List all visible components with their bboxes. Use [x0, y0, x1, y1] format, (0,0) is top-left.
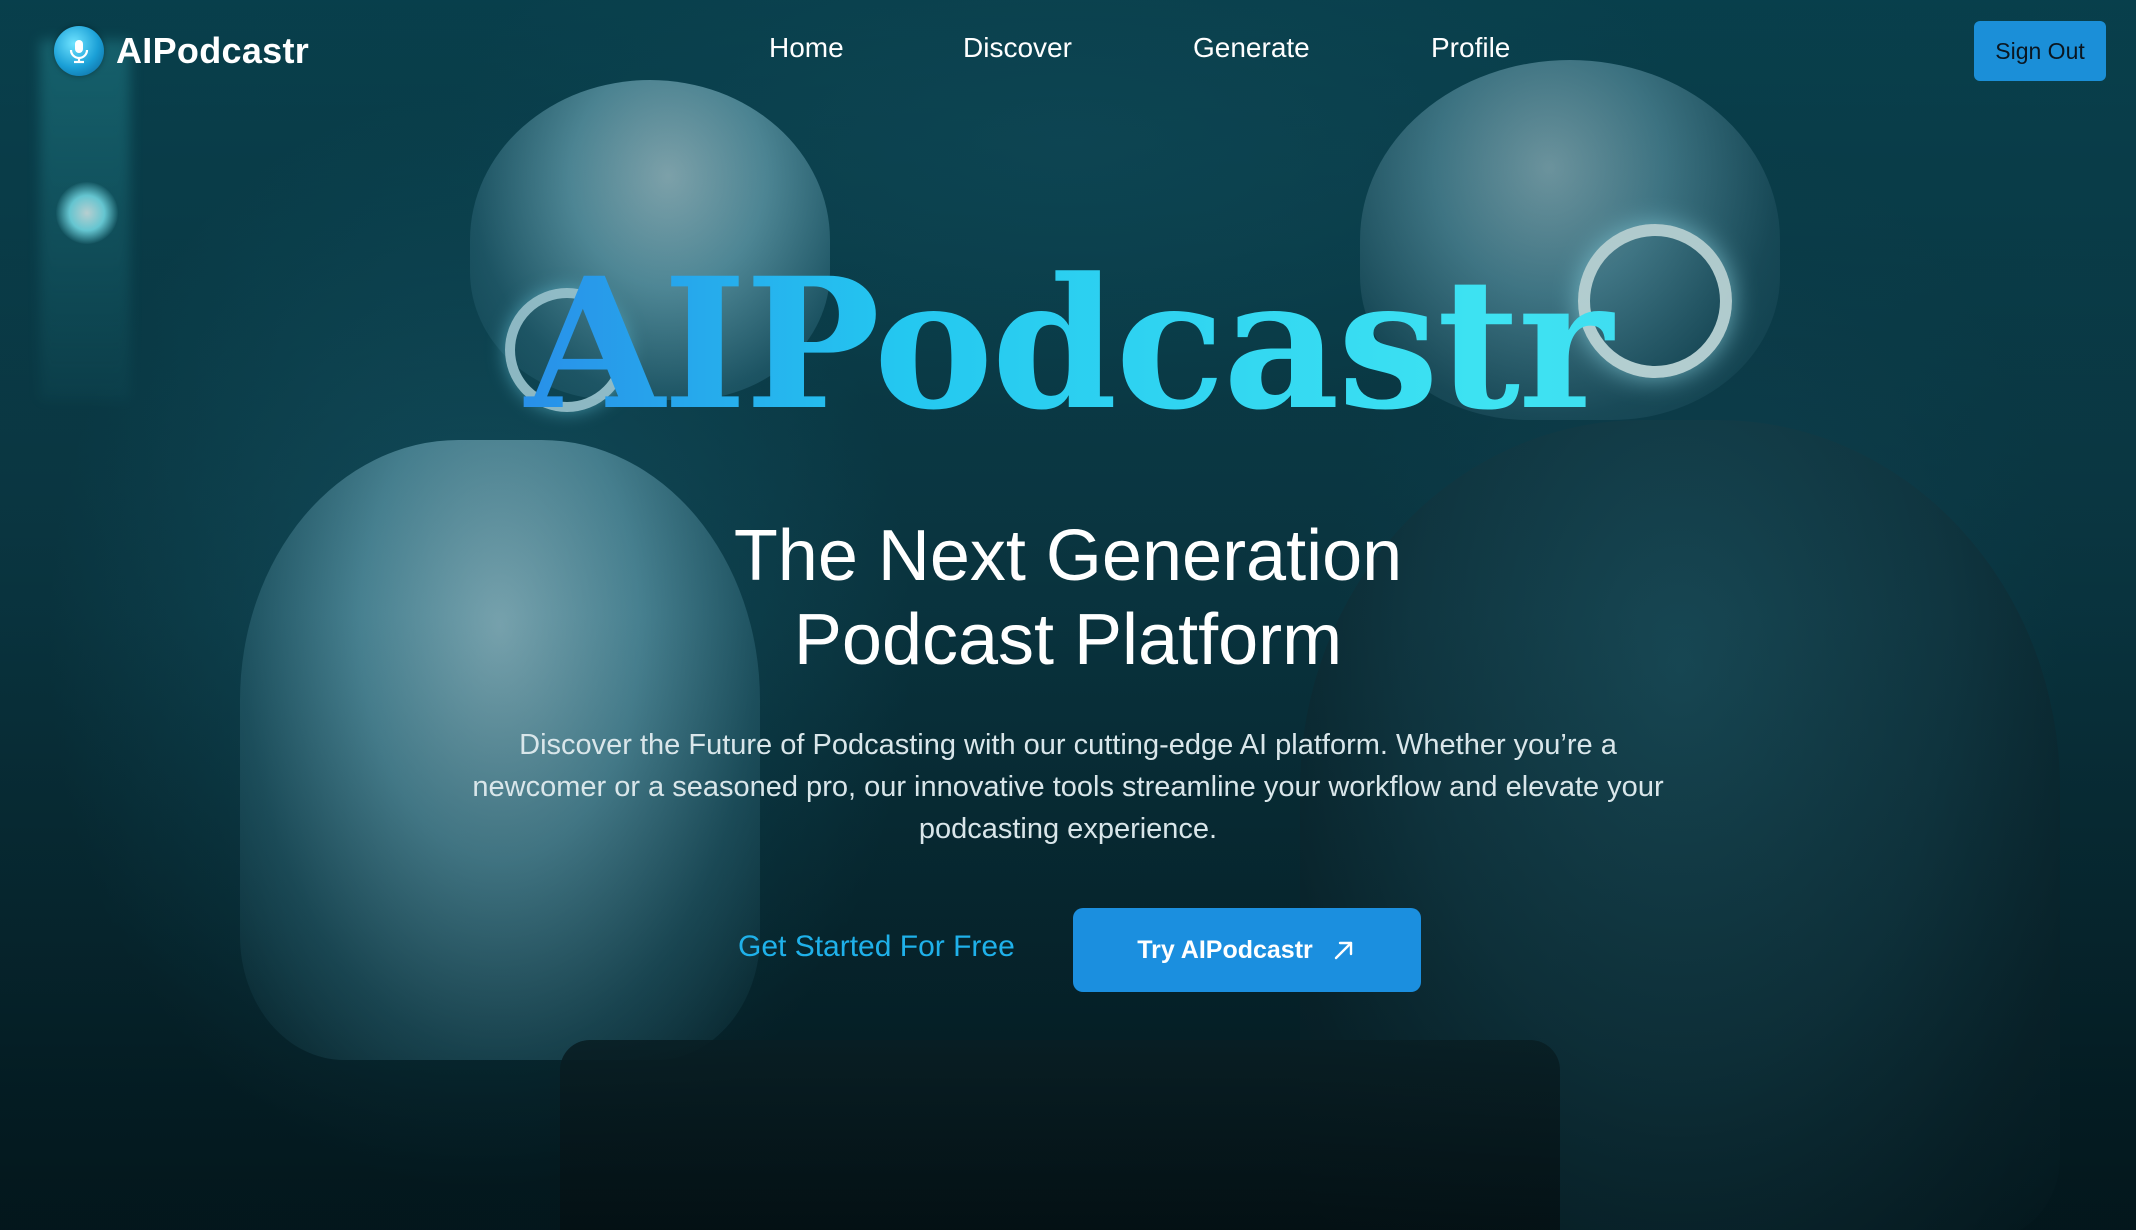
- get-started-link[interactable]: Get Started For Free: [738, 930, 1015, 964]
- nav-link-home[interactable]: Home: [769, 32, 844, 64]
- hero-subtitle: The Next Generation Podcast Platform: [0, 514, 2136, 682]
- nav-link-profile[interactable]: Profile: [1431, 32, 1510, 64]
- hero-description: Discover the Future of Podcasting with o…: [472, 729, 1664, 845]
- nav-links: Home Discover Generate Profile: [0, 32, 2136, 72]
- hero-title: AIPodcastr: [0, 250, 2136, 440]
- sign-out-button[interactable]: Sign Out: [1974, 21, 2106, 81]
- nav-link-generate[interactable]: Generate: [1193, 32, 1310, 64]
- try-aipodcastr-label: Try AIPodcastr: [1137, 935, 1313, 964]
- arrow-up-right-icon: [1331, 937, 1357, 963]
- hero-subtitle-line-1: The Next Generation: [733, 516, 1403, 596]
- landing-page: AIPodcastr Home Discover Generate Profil…: [0, 0, 2136, 1230]
- top-navigation: AIPodcastr Home Discover Generate Profil…: [0, 0, 2136, 104]
- hero-subtitle-line-2: Podcast Platform: [793, 600, 1343, 680]
- cta-row: Get Started For Free Try AIPodcastr: [0, 908, 2136, 992]
- try-aipodcastr-button[interactable]: Try AIPodcastr: [1073, 908, 1421, 992]
- nav-link-discover[interactable]: Discover: [963, 32, 1072, 64]
